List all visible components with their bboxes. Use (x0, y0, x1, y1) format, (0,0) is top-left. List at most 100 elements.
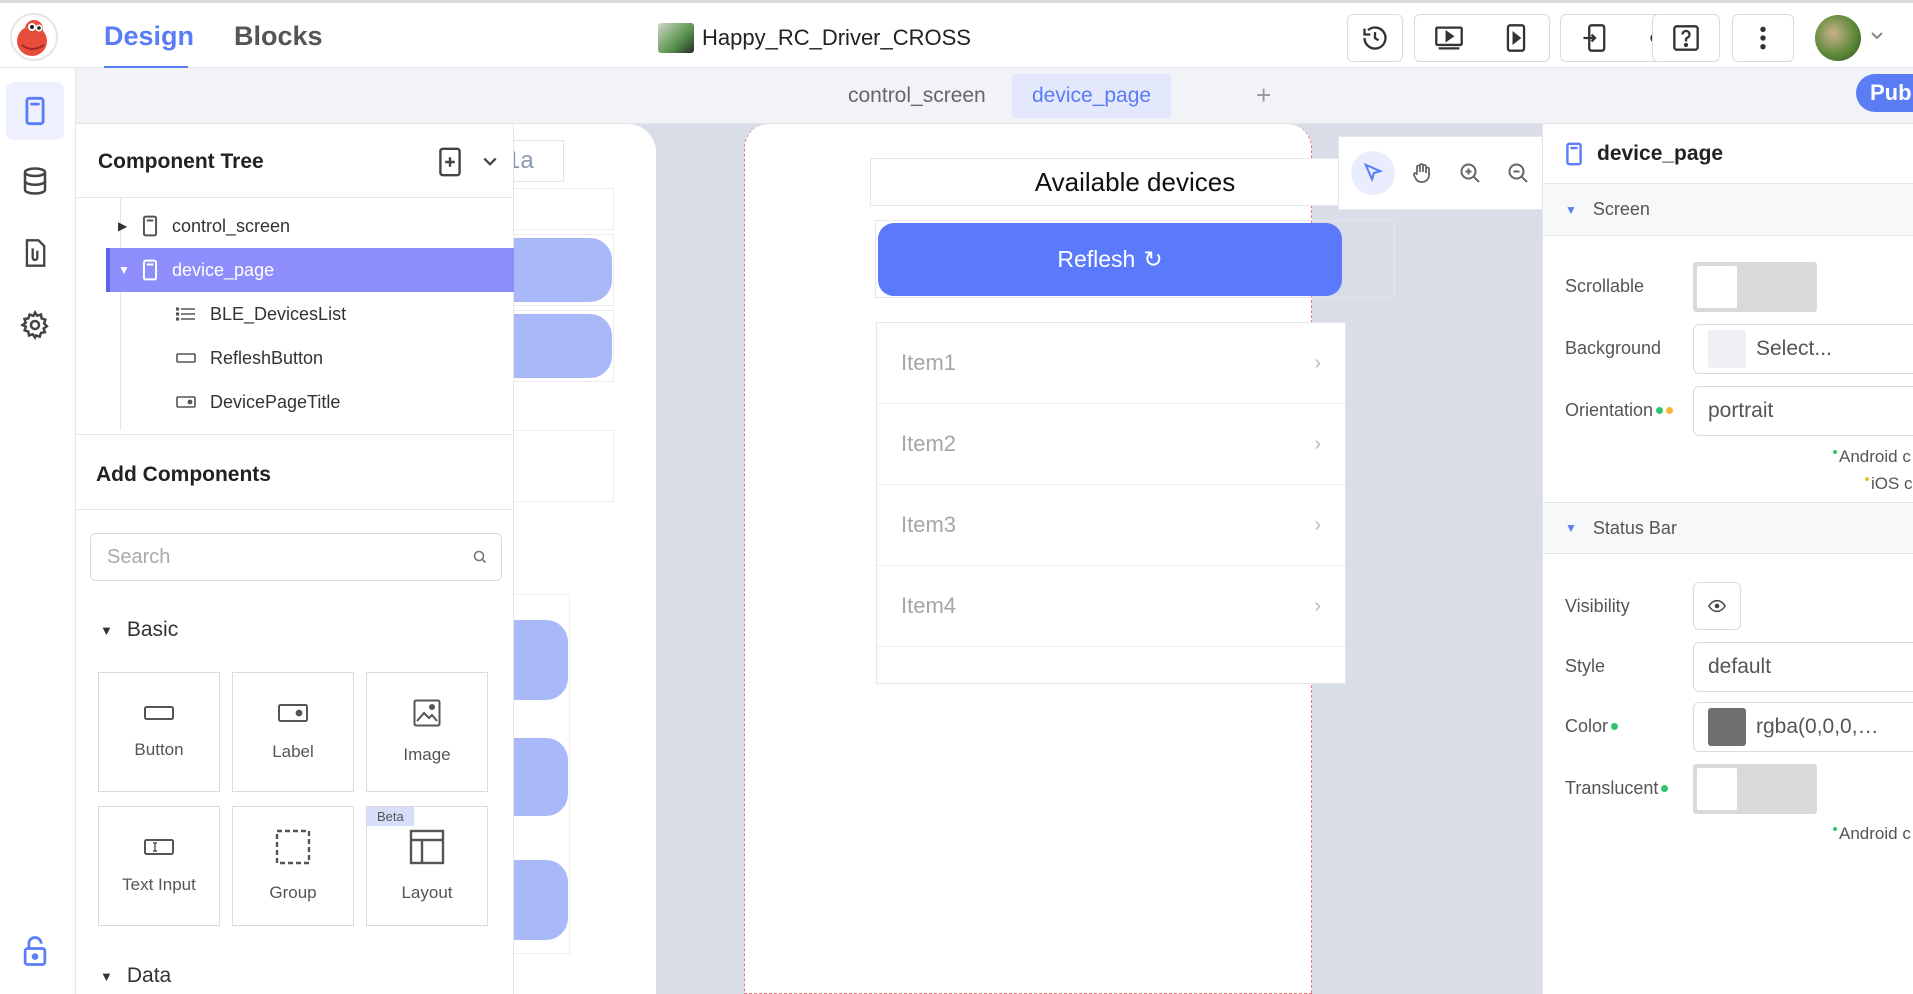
tree-node-label: device_page (172, 259, 275, 280)
component-label: Button (134, 740, 184, 759)
tree-node-devicepagetitle[interactable]: DevicePageTitle (76, 380, 514, 424)
android-note: Android c (1833, 824, 1911, 844)
android-dot (1833, 827, 1837, 831)
refresh-button[interactable]: Reflesh ↻ (878, 223, 1342, 296)
component-label[interactable]: Label (232, 672, 354, 792)
scrollable-label: Scrollable (1565, 276, 1644, 297)
zoom-in-tool[interactable] (1448, 151, 1492, 195)
refresh-button-label: Reflesh (1057, 246, 1136, 272)
help-button[interactable] (1652, 14, 1720, 62)
preview-button[interactable] (1415, 24, 1482, 52)
caret-down-icon: ▼ (1565, 202, 1577, 217)
color-label: Color (1565, 716, 1619, 737)
background-picker[interactable]: Select... (1693, 324, 1913, 374)
screen-tab-device-page[interactable]: device_page (1012, 74, 1172, 118)
component-button[interactable]: Button (98, 672, 220, 792)
orientation-select[interactable]: portrait (1693, 386, 1913, 436)
label-text: Translucent (1565, 778, 1659, 798)
section-label: Screen (1592, 199, 1650, 219)
add-components-header: Add Components (76, 434, 514, 510)
label-text: Visibility (1565, 596, 1630, 616)
color-picker[interactable]: rgba(0,0,0,… (1693, 702, 1913, 752)
note-text: Android c (1839, 447, 1911, 466)
user-avatar[interactable] (1815, 15, 1861, 61)
list-item[interactable]: Item2 › (877, 404, 1345, 485)
component-group[interactable]: Group (232, 806, 354, 926)
caret-down-icon: ▼ (1565, 521, 1577, 535)
tree-node-control-screen[interactable]: ▶ control_screen (76, 204, 514, 248)
tree-node-device-page[interactable]: ▼ device_page (106, 248, 514, 292)
button-icon (176, 353, 196, 363)
style-select[interactable]: default (1693, 642, 1913, 692)
project-title[interactable]: Happy_RC_Driver_CROSS (658, 23, 971, 53)
android-dot (1661, 785, 1669, 792)
caret-down-icon[interactable]: ▼ (118, 263, 132, 277)
rail-screens[interactable] (6, 82, 64, 140)
rail-settings[interactable] (6, 296, 64, 354)
canvas-toolbar (1338, 136, 1542, 210)
visibility-button[interactable] (1693, 582, 1741, 630)
chevron-right-icon: › (1314, 432, 1321, 455)
tree-node-label: BLE_DevicesList (210, 303, 347, 324)
label-icon (278, 704, 308, 722)
tree-node-refleshbutton[interactable]: RefleshButton (76, 336, 514, 380)
component-text-input[interactable]: Text Input (98, 806, 220, 926)
device-page-title[interactable]: Available devices (870, 158, 1400, 206)
more-menu-button[interactable] (1732, 14, 1794, 62)
list-item[interactable]: Item4 › (877, 566, 1345, 647)
category-data[interactable]: ▼ Data (100, 964, 171, 988)
component-layout[interactable]: Beta Layout (366, 806, 488, 926)
pan-tool[interactable] (1400, 151, 1444, 195)
rail-lock[interactable] (6, 922, 64, 980)
history-icon (1363, 26, 1387, 50)
tab-blocks[interactable]: Blocks (234, 21, 323, 52)
list-item[interactable]: Item1 › (877, 323, 1345, 404)
export-button[interactable] (1561, 23, 1628, 53)
translucent-toggle[interactable] (1693, 764, 1817, 814)
chevron-right-icon: › (1314, 351, 1321, 374)
publish-button[interactable]: Pub (1856, 74, 1913, 112)
android-dot (1656, 407, 1664, 414)
rail-data[interactable] (6, 152, 64, 210)
select-tool[interactable] (1351, 151, 1396, 195)
history-button[interactable] (1347, 14, 1403, 62)
logo-icon (17, 20, 47, 56)
zoom-out-tool[interactable] (1496, 151, 1540, 195)
chevron-down-icon[interactable] (482, 154, 498, 170)
add-screen-button[interactable]: + (1256, 80, 1271, 111)
ble-devices-list[interactable]: Item1 › Item2 › Item3 › Item4 › (876, 322, 1346, 684)
ios-note: iOS c (1865, 474, 1913, 494)
screen-tab-control-screen[interactable]: control_screen (828, 74, 1006, 118)
zoom-out-icon (1508, 163, 1529, 183)
translucent-label: Translucent (1565, 778, 1669, 799)
tree-node-ble-deviceslist[interactable]: BLE_DevicesList (76, 292, 514, 336)
phone-icon (142, 259, 158, 281)
properties-title: device_page (1597, 141, 1724, 165)
section-status-bar[interactable]: ▼ Status Bar (1543, 502, 1913, 554)
list-item[interactable]: Item3 › (877, 485, 1345, 566)
android-dot (1611, 723, 1619, 730)
database-icon (23, 167, 47, 195)
component-image[interactable]: Image (366, 672, 488, 792)
button-icon (144, 706, 174, 720)
caret-right-icon[interactable]: ▶ (118, 219, 132, 233)
rail-assets[interactable] (6, 224, 64, 282)
group-icon (275, 829, 311, 865)
scrollable-toggle[interactable] (1693, 262, 1817, 312)
app-logo[interactable] (10, 13, 58, 61)
category-basic[interactable]: ▼ Basic (100, 618, 178, 642)
refresh-icon: ↻ (1143, 246, 1163, 272)
component-label: Layout (401, 883, 453, 902)
phone-icon (142, 215, 158, 237)
list-item-label: Item1 (901, 350, 957, 375)
ios-dot (1865, 477, 1869, 481)
section-screen[interactable]: ▼ Screen (1543, 184, 1913, 236)
tab-design[interactable]: Design (104, 21, 194, 52)
component-search-input[interactable]: Search (90, 533, 502, 581)
phone-preview-button[interactable] (1482, 23, 1549, 53)
component-label: Image (403, 745, 451, 764)
project-thumbnail (658, 23, 694, 53)
add-screen-icon[interactable] (438, 146, 462, 178)
note-text: Android c (1839, 824, 1911, 843)
chevron-down-icon[interactable] (1870, 28, 1884, 42)
